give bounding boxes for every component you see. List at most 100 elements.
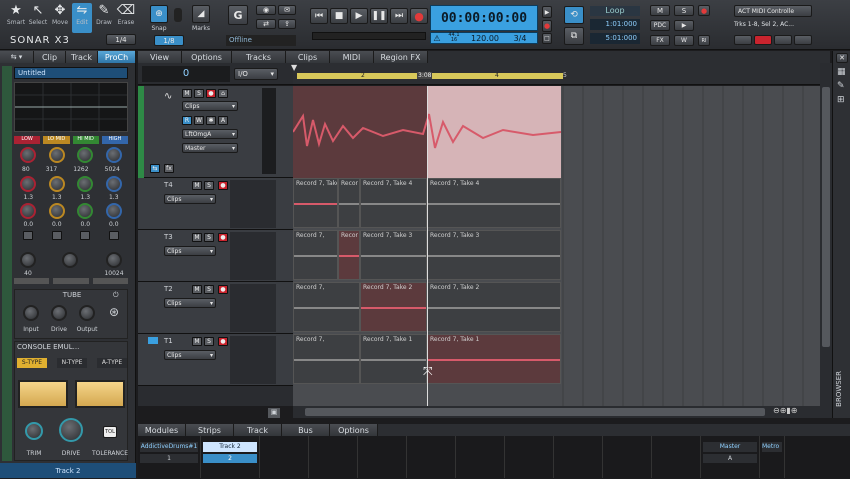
track5-expand-icon[interactable]: fx bbox=[164, 164, 174, 173]
clips-area[interactable]: Record 7, Take 4 Recor Record 7, Take 4 … bbox=[293, 86, 820, 406]
master-name[interactable]: Master bbox=[703, 442, 757, 452]
browser-tool-icon-3[interactable]: ⊞ bbox=[837, 95, 845, 105]
horizontal-scrollbar[interactable]: ⊖⊕▮⊕ bbox=[293, 406, 820, 418]
tube-input-knob[interactable] bbox=[23, 305, 39, 321]
strip2-name[interactable]: Track 2 bbox=[203, 442, 257, 452]
act-button-3[interactable] bbox=[774, 35, 792, 45]
track2-name[interactable]: T2 bbox=[164, 285, 173, 293]
hp-filter-knob[interactable] bbox=[20, 252, 36, 268]
clip-t1-a[interactable]: Record 7, bbox=[293, 334, 360, 384]
clip-t4-d[interactable]: Record 7, Take 4 bbox=[427, 178, 561, 228]
metronome-icon[interactable]: ⚠ bbox=[431, 34, 443, 43]
browser-tool-icon-2[interactable]: ✎ bbox=[837, 81, 845, 91]
zoom-icons[interactable]: ⊖⊕▮⊕ bbox=[773, 406, 798, 415]
record-button[interactable]: ● bbox=[410, 8, 428, 24]
clip-t1-c[interactable]: Record 7, Take 1 bbox=[427, 334, 561, 384]
track4-solo[interactable]: S bbox=[204, 181, 214, 190]
track2-mute[interactable]: M bbox=[192, 285, 202, 294]
track5-arm[interactable]: ● bbox=[206, 89, 216, 98]
rewind-to-start-button[interactable]: ⏮ bbox=[310, 8, 328, 24]
hp-enable[interactable] bbox=[14, 278, 50, 284]
menu-region-fx[interactable]: Region FX bbox=[374, 51, 428, 63]
console-tol-button[interactable]: TOL bbox=[103, 426, 117, 438]
mute-all-button[interactable]: M bbox=[650, 5, 670, 16]
track5-edit-filter[interactable]: ⌂ bbox=[218, 89, 228, 98]
mixer-strip-1[interactable]: AddictiveDrums#1 1 bbox=[138, 436, 201, 478]
track5-freeze[interactable]: ✱ bbox=[206, 116, 216, 125]
position-slider[interactable] bbox=[312, 32, 426, 40]
clip-t4-a[interactable]: Record 7, Take 4 bbox=[293, 178, 338, 228]
clip-t3-c[interactable]: Record 7, Take 3 bbox=[360, 230, 427, 280]
snap-button[interactable]: ⊕ bbox=[150, 5, 168, 23]
mixer-strip-2[interactable]: Track 2 2 bbox=[201, 436, 260, 478]
edit-tool-button[interactable]: ⇋ Edit bbox=[72, 3, 92, 33]
eq-enable-lomid[interactable] bbox=[51, 231, 62, 240]
eq-gain-knob-himid[interactable] bbox=[77, 176, 94, 192]
write-button[interactable]: W bbox=[674, 35, 694, 46]
eq-freq-knob-himid[interactable] bbox=[77, 147, 94, 163]
clip-t4-c[interactable]: Record 7, Take 4 bbox=[360, 178, 427, 228]
vscroll-thumb[interactable] bbox=[822, 87, 830, 347]
console-s-type[interactable]: S-TYPE bbox=[17, 358, 47, 368]
act-button-2[interactable] bbox=[754, 35, 772, 45]
grid-value[interactable]: 1/4 bbox=[106, 34, 136, 45]
erase-tool-button[interactable]: ⌫ Erase bbox=[116, 3, 136, 33]
track5-input-dropdown[interactable]: LftOmgA ▾ bbox=[182, 129, 238, 139]
eq-band-low[interactable]: LOW bbox=[14, 136, 41, 144]
console-trim-knob[interactable] bbox=[25, 422, 43, 440]
act-controller-select[interactable]: ACT MIDI Controlle bbox=[734, 5, 812, 17]
clip-t3-b[interactable]: Recor bbox=[338, 230, 360, 280]
strip1-name[interactable]: AddictiveDrums#1 bbox=[140, 442, 198, 452]
track5-archive[interactable]: A bbox=[218, 116, 228, 125]
eq-gain-knob-lomid[interactable] bbox=[48, 176, 65, 192]
track5-mute[interactable]: M bbox=[182, 89, 192, 98]
menu-midi[interactable]: MIDI bbox=[330, 51, 374, 63]
metro-strip[interactable]: Metro bbox=[760, 436, 785, 478]
track5-clips-dropdown[interactable]: Clips ▾ bbox=[182, 101, 238, 111]
track4-name[interactable]: T4 bbox=[164, 181, 173, 189]
eq-gain-knob-high[interactable] bbox=[105, 176, 122, 192]
loop-button[interactable]: ⟲ bbox=[564, 6, 584, 24]
play-mode-button[interactable]: ▶ bbox=[542, 6, 552, 18]
eq-band-lomid[interactable]: LO MID bbox=[43, 136, 70, 144]
track3-mute[interactable]: M bbox=[192, 233, 202, 242]
inspector-footer[interactable]: Track 2 bbox=[0, 463, 136, 478]
track-header-3[interactable]: T3 M S ● Clips ▾ bbox=[138, 230, 293, 282]
play-button[interactable]: ▶ bbox=[350, 8, 368, 24]
forward-to-end-button[interactable]: ⏭ bbox=[390, 8, 408, 24]
clip-t4-b[interactable]: Recor bbox=[338, 178, 360, 228]
track5-solo[interactable]: S bbox=[194, 89, 204, 98]
smart-tool-button[interactable]: ★ Smart bbox=[6, 3, 26, 33]
track-count-value[interactable]: 0 bbox=[142, 66, 230, 82]
fx-button[interactable]: FX bbox=[650, 35, 670, 46]
gloss-knob[interactable] bbox=[62, 252, 78, 268]
eq-enable-high[interactable] bbox=[108, 231, 119, 240]
tab-clip[interactable]: Clip bbox=[34, 51, 66, 63]
draw-tool-button[interactable]: ✎ Draw bbox=[94, 3, 114, 33]
select-tool-button[interactable]: ↖ Select bbox=[28, 3, 48, 33]
eq-q-knob-lomid[interactable] bbox=[48, 203, 65, 219]
eq-graph[interactable] bbox=[14, 82, 128, 132]
track1-arm[interactable]: ● bbox=[218, 337, 228, 346]
track2-arm[interactable]: ● bbox=[218, 285, 228, 294]
sync-logo-button[interactable]: G bbox=[228, 5, 248, 25]
browser-tool-icon-1[interactable]: ▦ bbox=[837, 67, 846, 77]
tab-track[interactable]: Track bbox=[66, 51, 98, 63]
midi-in-button[interactable]: RI bbox=[698, 35, 710, 46]
track5-output-dropdown[interactable]: Master ▾ bbox=[182, 143, 238, 153]
track3-name[interactable]: T3 bbox=[164, 233, 173, 241]
solo-all-button[interactable]: S bbox=[674, 5, 694, 16]
console-a-type[interactable]: A-TYPE bbox=[97, 358, 127, 368]
auto-punch-button[interactable]: □ bbox=[542, 33, 552, 44]
gloss-enable[interactable] bbox=[53, 278, 89, 284]
clip-t3-d[interactable]: Record 7, Take 3 bbox=[427, 230, 561, 280]
punch-button[interactable]: ⧉ bbox=[564, 27, 584, 45]
clip-t2-c[interactable]: Record 7, Take 2 bbox=[427, 282, 561, 332]
pdc-button[interactable]: PDC bbox=[650, 20, 670, 31]
eq-q-knob-low[interactable] bbox=[20, 203, 37, 219]
track1-mute[interactable]: M bbox=[192, 337, 202, 346]
eq-q-knob-high[interactable] bbox=[105, 203, 122, 219]
tube-mode-icon[interactable]: ⊛ bbox=[109, 305, 119, 319]
menu-view[interactable]: View bbox=[138, 51, 182, 63]
clip-t1-b[interactable]: Record 7, Take 1 bbox=[360, 334, 427, 384]
